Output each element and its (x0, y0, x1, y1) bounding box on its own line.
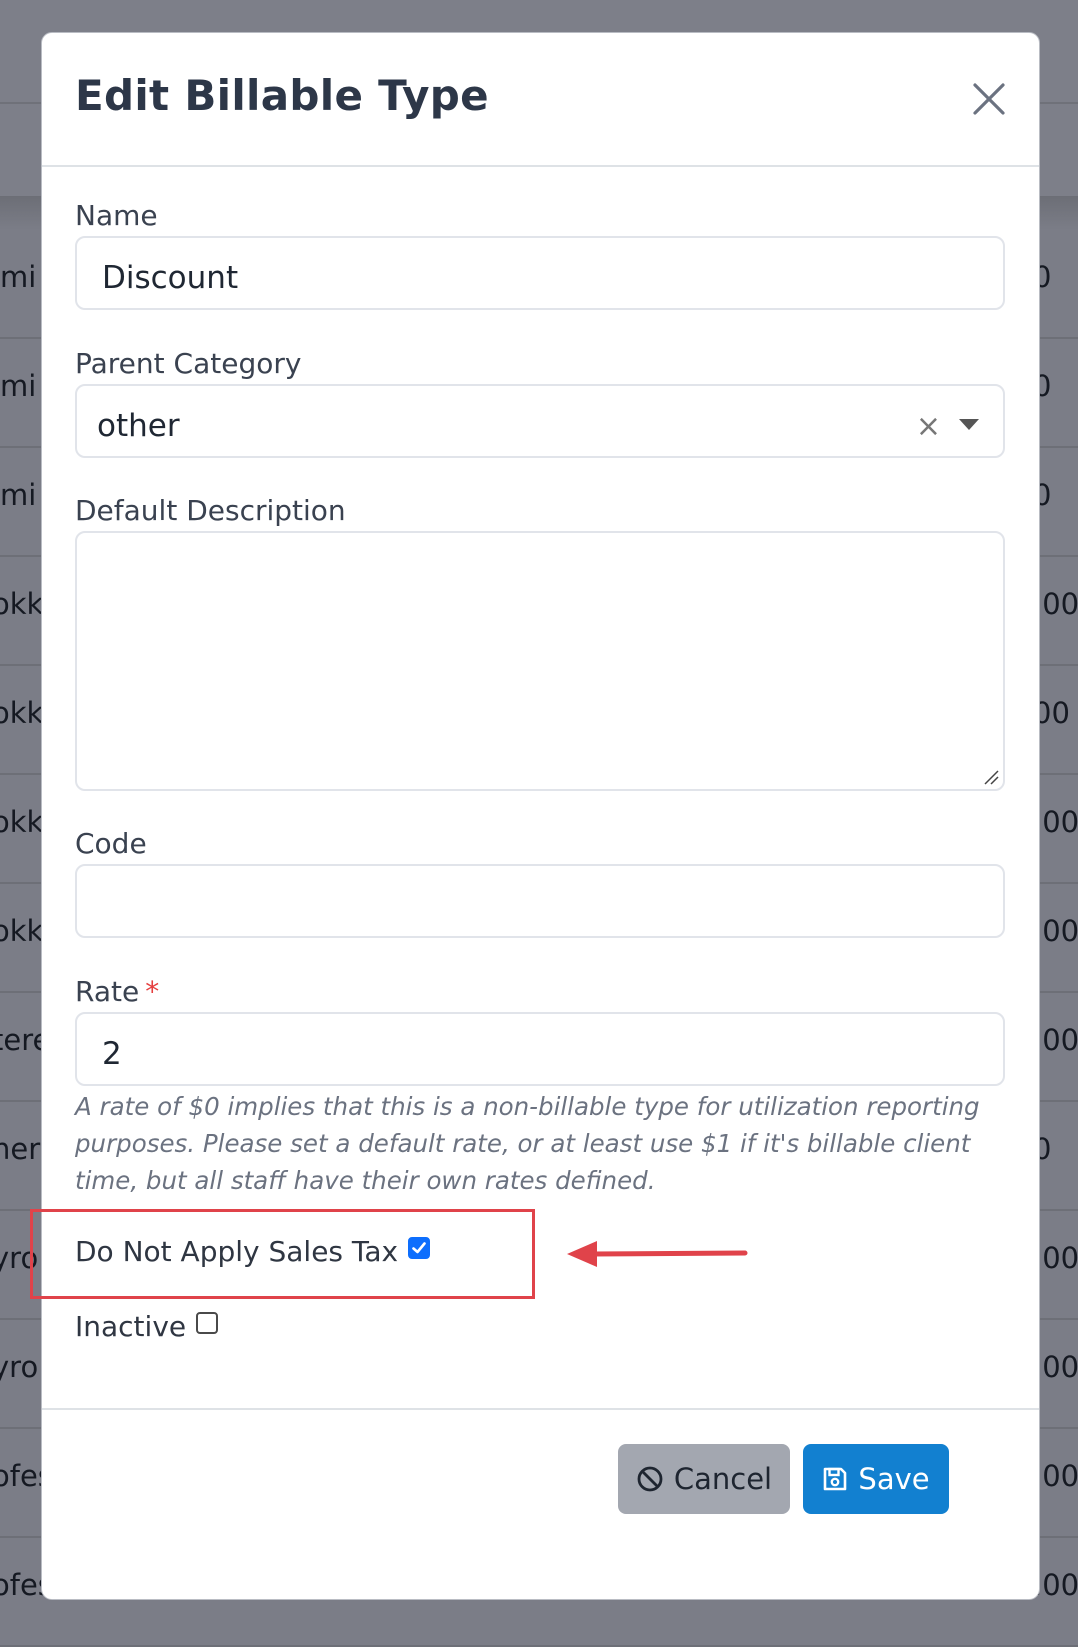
cancel-button[interactable]: Cancel (618, 1444, 790, 1514)
parent-category-label: Parent Category (75, 347, 302, 380)
close-icon (973, 83, 1005, 115)
rate-label-text: Rate (75, 975, 140, 1008)
table-cell-left: okk (0, 805, 44, 839)
table-cell-left: lmi (0, 369, 37, 403)
name-input-value: Discount (102, 260, 239, 296)
table-cell-left: her (0, 1132, 41, 1166)
floppy-disk-icon (824, 1467, 847, 1491)
annotation-arrow-icon (567, 1241, 748, 1267)
modal-footer: Cancel Save (42, 1408, 1039, 1599)
table-cell-left: lmi (0, 478, 37, 512)
table-cell-left: okk (0, 696, 44, 730)
inactive-checkbox[interactable] (196, 1311, 219, 1334)
code-input[interactable] (75, 864, 1005, 938)
table-cell-left: lmi (0, 260, 37, 294)
clear-selection-icon[interactable]: × (916, 412, 941, 442)
required-marker: * (145, 975, 160, 1008)
edit-billable-type-modal: Edit Billable Type Name Discount Parent … (41, 32, 1040, 1600)
chevron-down-icon[interactable] (959, 419, 979, 430)
code-label: Code (75, 827, 147, 860)
table-cell-left: okk (0, 914, 44, 948)
rate-label: Rate * (75, 975, 159, 1008)
modal-header: Edit Billable Type (42, 33, 1039, 167)
name-label: Name (75, 199, 158, 232)
save-button-label: Save (858, 1462, 930, 1496)
rate-help-text: A rate of $0 implies that this is a non-… (75, 1092, 980, 1195)
ban-icon (637, 1466, 663, 1492)
default-description-label: Default Description (75, 494, 346, 527)
modal-title: Edit Billable Type (75, 71, 489, 120)
inactive-row[interactable]: Inactive (75, 1310, 219, 1343)
cancel-button-label: Cancel (673, 1462, 773, 1496)
resize-handle-icon[interactable] (983, 769, 999, 785)
name-input[interactable]: Discount (75, 236, 1005, 310)
rate-input-value: 2 (102, 1036, 122, 1072)
annotation-highlight-box (30, 1209, 535, 1299)
table-cell-left: yro (0, 1350, 39, 1384)
inactive-label: Inactive (75, 1310, 187, 1343)
table-cell-left: okk (0, 587, 44, 621)
rate-input[interactable]: 2 (75, 1012, 1005, 1086)
parent-category-select[interactable]: other × (75, 384, 1005, 458)
default-description-textarea[interactable] (75, 531, 1005, 791)
parent-category-value: other (97, 408, 180, 444)
save-button[interactable]: Save (803, 1444, 949, 1514)
close-button[interactable] (969, 79, 1009, 119)
